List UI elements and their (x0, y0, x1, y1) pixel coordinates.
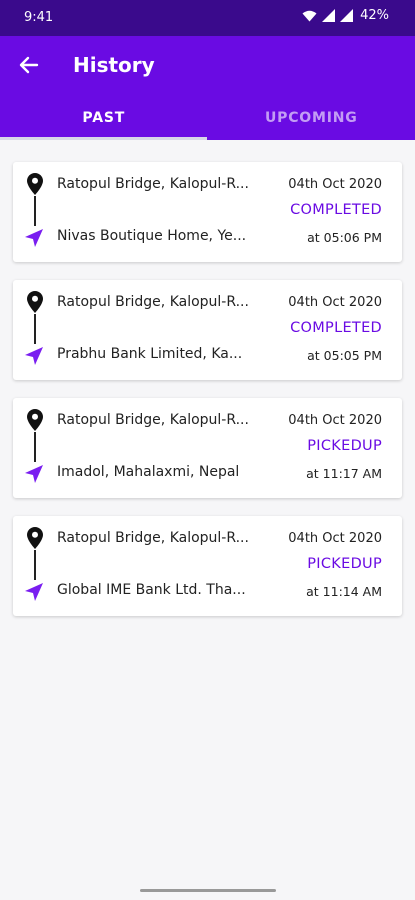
route-line (34, 196, 36, 226)
trip-date: 04th Oct 2020 (288, 531, 382, 546)
signal-icon-secondary (340, 9, 354, 22)
trip-status: COMPLETED (290, 202, 382, 218)
pickup-location: Ratopul Bridge, Kalopul-R... (57, 530, 249, 546)
location-pin-icon (27, 527, 43, 549)
dropoff-location: Imadol, Mahalaxmi, Nepal (57, 464, 240, 480)
pickup-location: Ratopul Bridge, Kalopul-R... (57, 176, 249, 192)
tab-past[interactable]: PAST (0, 104, 208, 140)
trip-date: 04th Oct 2020 (288, 413, 382, 428)
wifi-icon (302, 10, 317, 21)
status-icons: 42% (302, 8, 389, 23)
trip-date: 04th Oct 2020 (288, 295, 382, 310)
trip-status: COMPLETED (290, 320, 382, 336)
arrow-left-icon (19, 56, 39, 74)
trip-status: PICKEDUP (307, 438, 382, 454)
trip-time: at 05:05 PM (307, 348, 382, 363)
history-card[interactable]: Ratopul Bridge, Kalopul-R... Nivas Bouti… (13, 162, 402, 262)
app-bar: History PAST UPCOMING (0, 36, 415, 140)
trip-time: at 11:14 AM (306, 584, 382, 599)
battery-level: 42% (360, 8, 389, 23)
trip-status: PICKEDUP (307, 556, 382, 572)
bottom-area (0, 870, 415, 900)
route-line (34, 550, 36, 580)
navigation-arrow-icon (25, 465, 43, 483)
pickup-location: Ratopul Bridge, Kalopul-R... (57, 412, 249, 428)
pickup-location: Ratopul Bridge, Kalopul-R... (57, 294, 249, 310)
signal-icon (322, 9, 336, 22)
trip-time: at 11:17 AM (306, 466, 382, 481)
location-pin-icon (27, 409, 43, 431)
history-card[interactable]: Ratopul Bridge, Kalopul-R... Imadol, Mah… (13, 398, 402, 498)
trip-time: at 05:06 PM (307, 230, 382, 245)
trip-date: 04th Oct 2020 (288, 177, 382, 192)
navigation-arrow-icon (25, 229, 43, 247)
dropoff-location: Prabhu Bank Limited, Ka... (57, 346, 243, 362)
tab-bar: PAST UPCOMING (0, 104, 415, 140)
navigation-arrow-icon (25, 347, 43, 365)
navigation-arrow-icon (25, 583, 43, 601)
route-line (34, 314, 36, 344)
history-list: Ratopul Bridge, Kalopul-R... Nivas Bouti… (13, 162, 402, 634)
page-title: History (73, 53, 155, 77)
history-card[interactable]: Ratopul Bridge, Kalopul-R... Prabhu Bank… (13, 280, 402, 380)
home-indicator[interactable] (140, 889, 276, 892)
route-line (34, 432, 36, 462)
tab-upcoming[interactable]: UPCOMING (208, 104, 415, 140)
location-pin-icon (27, 173, 43, 195)
tab-indicator (0, 137, 207, 140)
dropoff-location: Global IME Bank Ltd. Tha... (57, 582, 246, 598)
history-card[interactable]: Ratopul Bridge, Kalopul-R... Global IME … (13, 516, 402, 616)
status-time: 9:41 (24, 10, 54, 25)
location-pin-icon (27, 291, 43, 313)
status-bar: 9:41 42% (0, 0, 415, 36)
dropoff-location: Nivas Boutique Home, Ye... (57, 228, 247, 244)
back-button[interactable] (14, 50, 44, 80)
